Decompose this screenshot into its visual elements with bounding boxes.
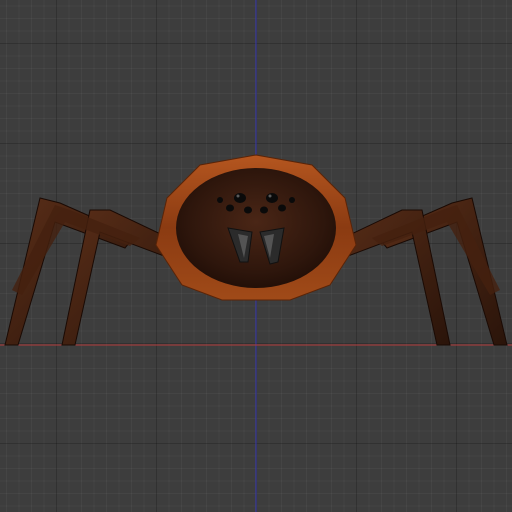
spider-body — [176, 168, 336, 288]
3d-viewport[interactable] — [0, 0, 512, 512]
spider-model[interactable] — [0, 0, 512, 512]
